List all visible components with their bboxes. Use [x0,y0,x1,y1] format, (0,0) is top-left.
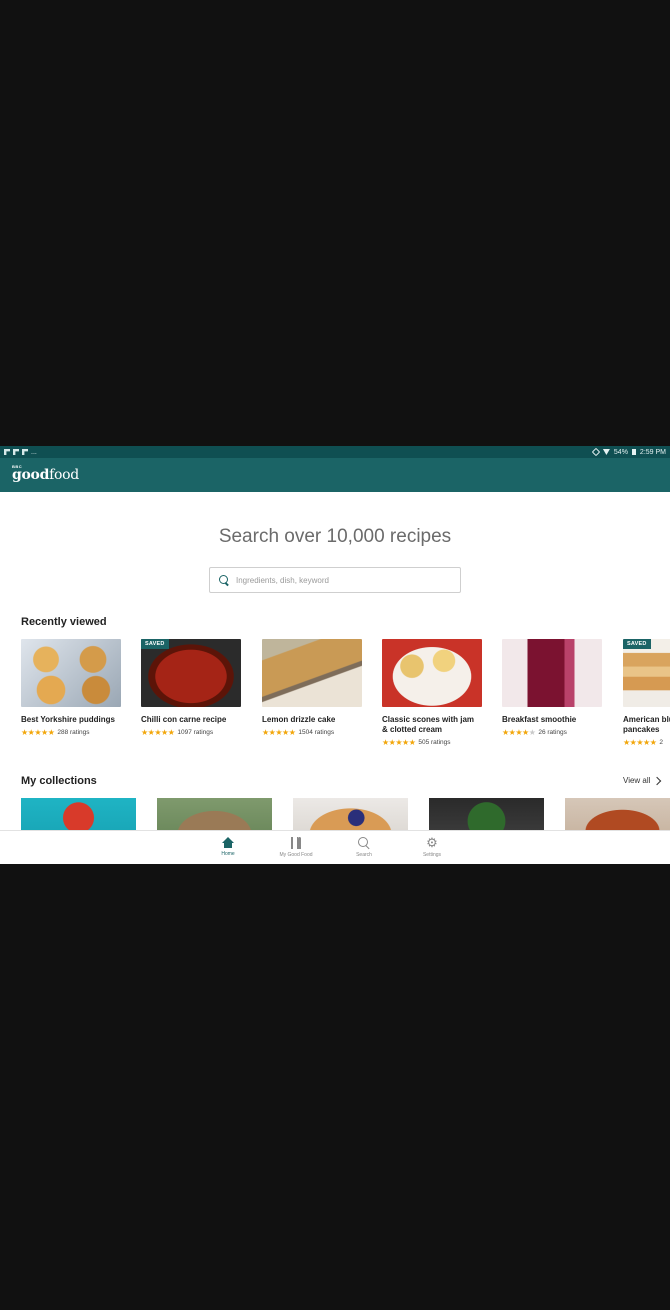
recipe-image [262,639,362,707]
recipe-rating: ★★★★★ 505 ratings [382,738,482,747]
bbc-good-food-logo[interactable]: BBC good food [12,464,79,483]
nav-label: Home [221,851,235,857]
star-rating-icons: ★★★★★ [262,728,296,737]
rating-count: 1097 ratings [177,729,214,736]
nav-settings[interactable]: ⚙ Settings [402,831,462,864]
more-notifications: ... [31,448,37,456]
star-rating-icons: ★★★★★ [502,728,536,737]
logo-good: good [12,467,50,483]
recipe-image: SAVED [141,639,241,707]
view-all-link[interactable]: View all [623,776,662,785]
logo-bbc: BBC [12,464,23,469]
star-rating-icons: ★★★★★ [141,728,175,737]
search-icon [219,574,230,586]
recipe-card[interactable]: SAVED American blueberry pancakes ★★★★★ … [623,639,670,747]
recipe-title: Breakfast smoothie [502,715,577,724]
mute-icon [591,447,601,457]
rating-count: 1504 ratings [298,729,335,736]
nav-home[interactable]: Home [198,831,258,864]
star-rating-icons: ★★★★★ [382,738,416,747]
collections-carousel[interactable] [0,798,670,831]
app-screen: ... 54% 2:59 PM BBC good food Search ove… [0,446,670,864]
logo-food: food [49,467,79,483]
collection-card[interactable] [21,798,136,831]
nav-label: Search [356,852,372,858]
recipe-title: Classic scones with jam & clotted cream [382,715,475,734]
app-bar: BBC good food [0,458,670,492]
search-heading: Search over 10,000 recipes [218,526,452,547]
battery-icon [631,449,636,455]
notification-icon [4,449,10,455]
search-icon [358,837,370,849]
recipe-card[interactable]: Breakfast smoothie ★★★★★ 26 ratings [502,639,602,737]
recently-viewed-carousel[interactable]: Best Yorkshire puddings ★★★★★ 288 rating… [0,639,670,759]
recipe-rating: ★★★★★ 288 ratings [21,728,121,737]
recipe-image [502,639,602,707]
fork-knife-icon [290,837,302,849]
recipe-image: SAVED [623,639,670,707]
collection-card[interactable] [293,798,408,831]
saved-badge: SAVED [623,639,651,649]
rating-count: 2 [659,739,663,746]
saved-badge: SAVED [141,639,169,649]
recipe-image [382,639,482,707]
search-input[interactable]: Ingredients, dish, keyword [209,567,461,593]
status-system: 54% 2:59 PM [591,447,666,457]
collection-card[interactable] [429,798,544,831]
recipe-title: Lemon drizzle cake [262,715,336,724]
notification-icon [13,449,19,455]
status-notifications: ... [4,449,37,456]
my-collections-title: My collections [21,775,97,787]
star-rating-icons: ★★★★★ [21,728,55,737]
recipe-title: American blueberry pancakes [623,715,670,734]
recently-viewed-title: Recently viewed [21,616,107,628]
rating-count: 26 ratings [538,729,567,736]
gear-icon: ⚙ [426,835,438,850]
recipe-title: Chilli con carne recipe [141,715,227,724]
rating-count: 505 ratings [418,739,451,746]
nav-my-good-food[interactable]: My Good Food [266,831,326,864]
chevron-right-icon [653,776,662,785]
recipe-rating: ★★★★★ 2 [623,738,670,747]
wifi-icon [602,449,610,455]
clock: 2:59 PM [639,448,666,456]
recipe-title: Best Yorkshire puddings [21,715,115,724]
battery-percent: 54% [613,448,628,456]
nav-label: My Good Food [279,852,313,858]
collection-card[interactable] [157,798,272,831]
bottom-navigation: Home My Good Food Search ⚙ Settings [0,830,670,864]
rating-count: 288 ratings [57,729,90,736]
recipe-card[interactable]: Classic scones with jam & clotted cream … [382,639,482,747]
recipe-card[interactable]: Lemon drizzle cake ★★★★★ 1504 ratings [262,639,362,737]
recipe-rating: ★★★★★ 26 ratings [502,728,602,737]
recipe-image [21,639,121,707]
status-bar: ... 54% 2:59 PM [0,446,670,458]
nav-label: Settings [422,852,442,858]
recipe-rating: ★★★★★ 1504 ratings [262,728,362,737]
collection-card[interactable] [565,798,670,831]
view-all-label: View all [623,776,651,785]
home-icon [222,837,234,848]
recipe-rating: ★★★★★ 1097 ratings [141,728,241,737]
recipe-card[interactable]: Best Yorkshire puddings ★★★★★ 288 rating… [21,639,121,737]
notification-icon [22,449,28,455]
search-placeholder: Ingredients, dish, keyword [236,575,329,585]
nav-search[interactable]: Search [334,831,394,864]
star-rating-icons: ★★★★★ [623,738,657,747]
recipe-card[interactable]: SAVED Chilli con carne recipe ★★★★★ 1097… [141,639,241,737]
